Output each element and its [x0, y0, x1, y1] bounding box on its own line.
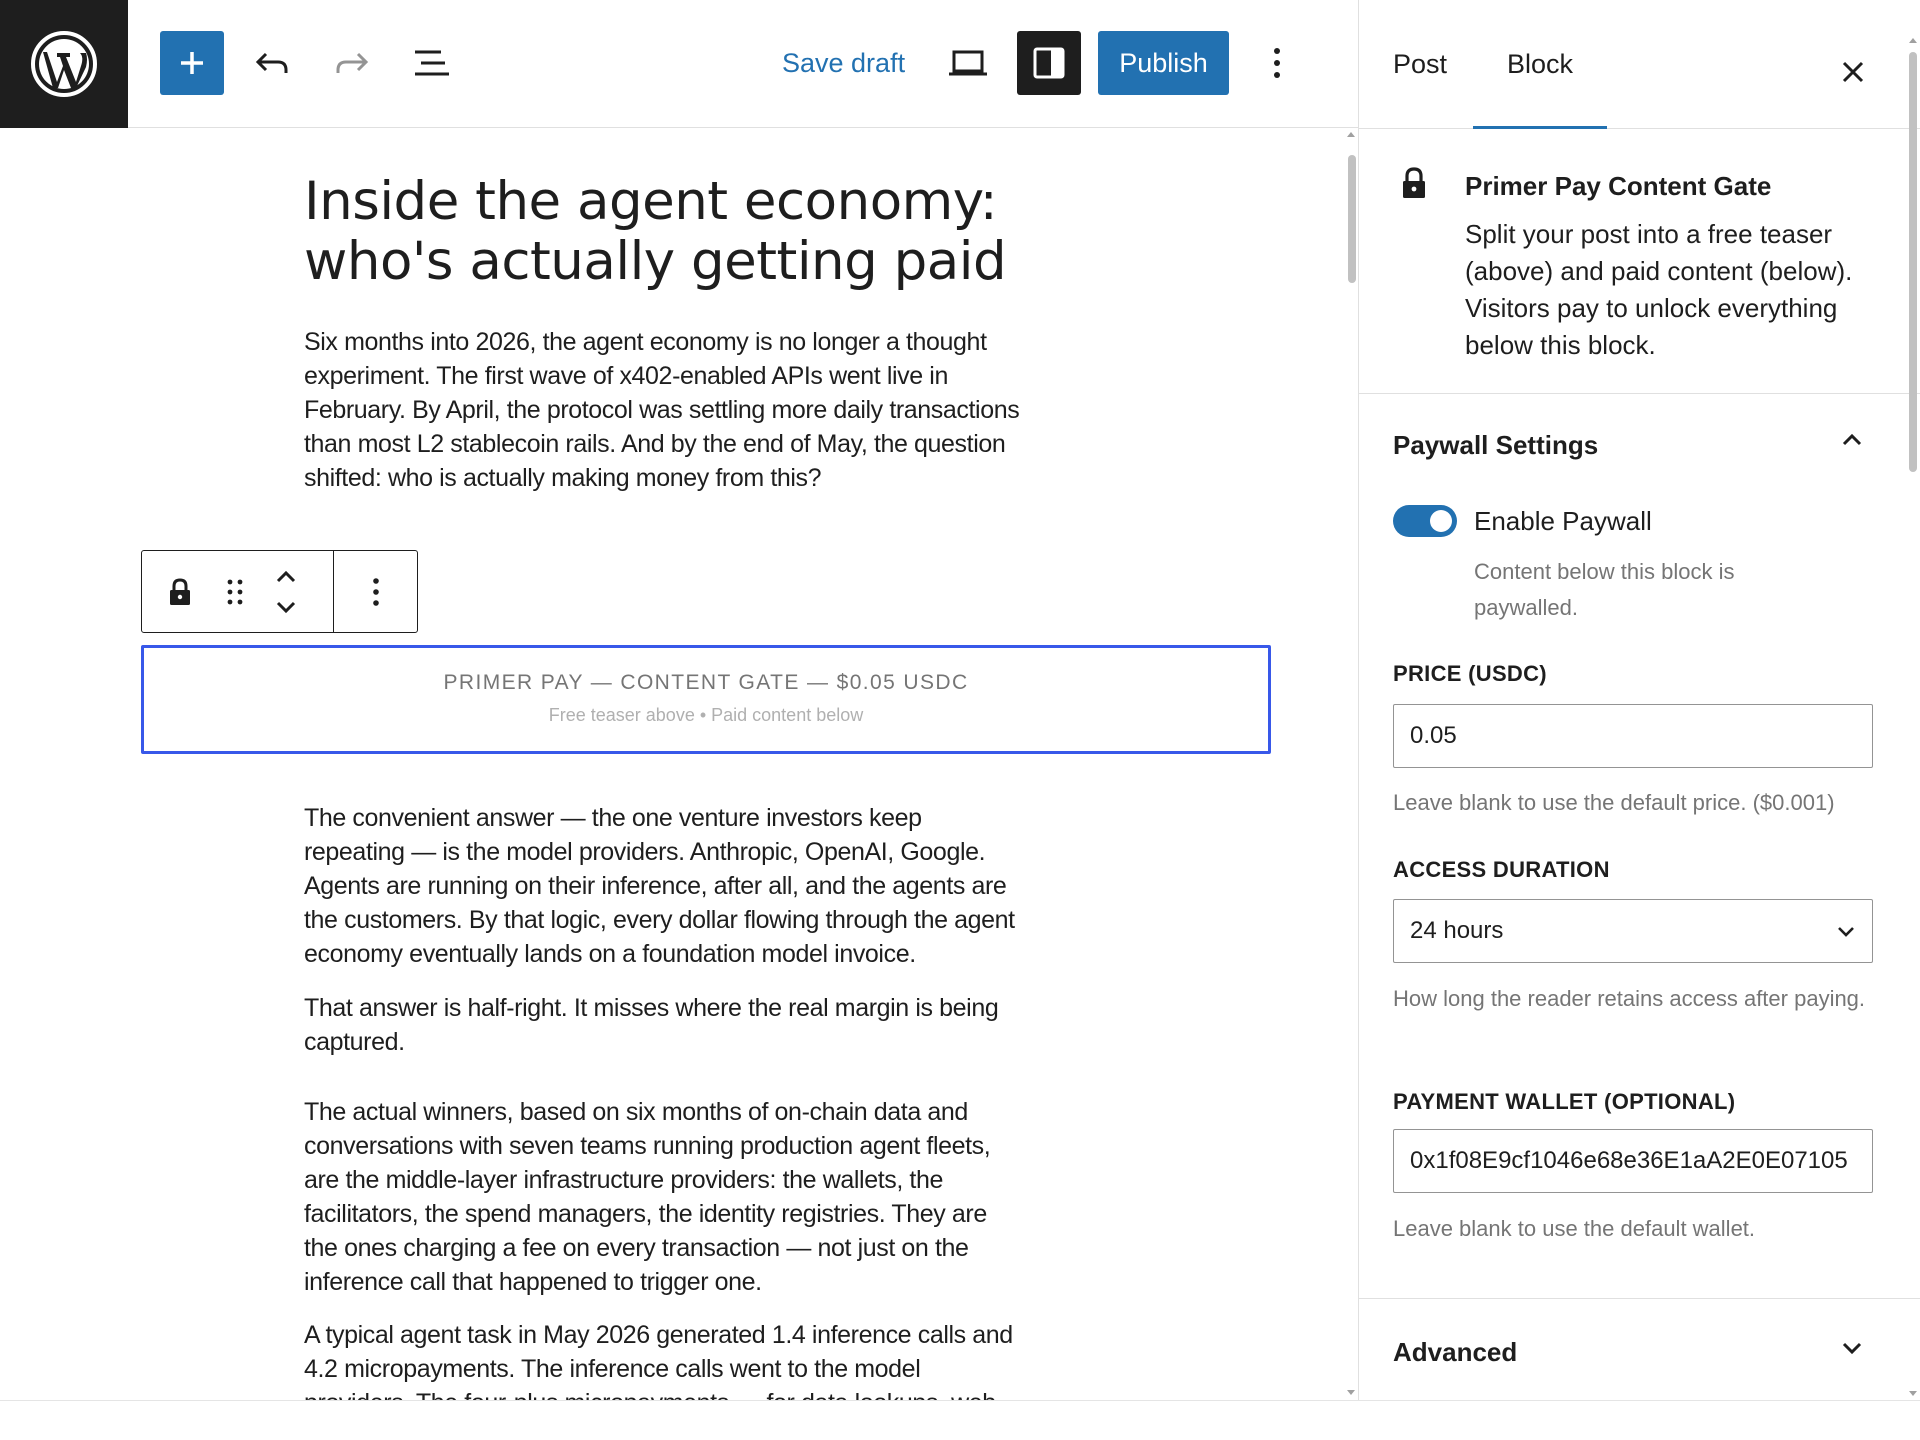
enable-paywall-label[interactable]: Enable Paywall — [1474, 506, 1652, 537]
list-view-icon — [415, 50, 449, 76]
payment-wallet-label: PAYMENT WALLET (OPTIONAL) — [1393, 1089, 1736, 1114]
view-button[interactable] — [936, 31, 1000, 95]
settings-sidebar: Post Block Primer Pay Content Gate Split… — [1358, 0, 1920, 1440]
tab-post[interactable]: Post — [1359, 0, 1481, 129]
payment-wallet-help: Leave blank to use the default wallet. — [1393, 1216, 1756, 1241]
access-duration-help: How long the reader retains access after… — [1393, 986, 1866, 1011]
window-bottom-edge — [0, 1400, 1920, 1440]
move-buttons — [258, 551, 314, 632]
enable-paywall-toggle[interactable] — [1393, 505, 1457, 537]
gate-block-title: PRIMER PAY — CONTENT GATE — $0.05 USDC — [443, 671, 969, 694]
price-input[interactable]: 0.05 — [1393, 704, 1873, 768]
document-overview-button[interactable] — [400, 31, 464, 95]
lock-icon — [1403, 167, 1425, 198]
chevron-up-icon[interactable] — [1839, 427, 1865, 453]
plus-icon — [181, 52, 203, 74]
tab-block[interactable]: Block — [1473, 0, 1608, 129]
post-title-line-2: who's actually getting paid — [304, 231, 1007, 292]
editor-header: Save draft Publish — [0, 0, 1358, 128]
laptop-icon — [949, 50, 987, 76]
payment-wallet-input[interactable]: 0x1f08E9cf1046e68e36E1aA2E0E07105 — [1393, 1129, 1873, 1193]
scroll-down-arrow-icon[interactable] — [1347, 1390, 1355, 1395]
post-title-line-1: Inside the agent economy: — [304, 171, 998, 232]
scroll-down-arrow-icon[interactable] — [1909, 1391, 1917, 1396]
block-card-title: Primer Pay Content Gate — [1465, 171, 1772, 201]
gate-block-subtitle: Free teaser above • Paid content below — [548, 705, 864, 725]
paragraph-block[interactable]: That answer is half-right. It misses whe… — [304, 991, 1020, 1059]
undo-icon — [255, 52, 288, 73]
vertical-ellipsis-icon — [372, 577, 379, 606]
options-button[interactable] — [1245, 31, 1309, 95]
vertical-ellipsis-icon — [1274, 48, 1280, 78]
wordpress-logo-button[interactable] — [0, 0, 128, 128]
drag-handle[interactable] — [212, 551, 258, 632]
access-duration-label: ACCESS DURATION — [1393, 857, 1610, 882]
scroll-up-arrow-icon[interactable] — [1909, 38, 1917, 43]
paragraph-block[interactable]: The convenient answer — the one venture … — [304, 801, 1020, 971]
block-card: Primer Pay Content Gate Split your post … — [1359, 129, 1920, 394]
publish-button[interactable]: Publish — [1098, 31, 1229, 95]
price-label: PRICE (USDC) — [1393, 661, 1547, 686]
block-lock-icon — [1401, 166, 1427, 200]
content-gate-block[interactable]: PRIMER PAY — CONTENT GATE — $0.05 USDC F… — [141, 645, 1271, 754]
drag-handle-icon — [227, 579, 243, 604]
settings-toggle-button[interactable] — [1017, 31, 1081, 95]
post-title[interactable]: Inside the agent economy: who's actually… — [304, 172, 1020, 292]
lock-icon — [170, 577, 190, 605]
editor-scrollbar-thumb[interactable] — [1348, 155, 1356, 283]
paragraph-block[interactable]: A typical agent task in May 2026 generat… — [304, 1318, 1020, 1400]
chevron-down-icon — [1838, 927, 1854, 937]
save-draft-button[interactable]: Save draft — [772, 31, 915, 95]
sidebar-scrollbar-thumb[interactable] — [1909, 52, 1917, 472]
move-down-icon[interactable] — [274, 599, 298, 615]
paywall-settings-panel-toggle[interactable]: Paywall Settings — [1393, 430, 1598, 461]
wordpress-logo-icon — [31, 31, 97, 97]
paragraph-block[interactable]: The actual winners, based on six months … — [304, 1095, 1020, 1299]
price-help: Leave blank to use the default price. ($… — [1393, 790, 1835, 815]
move-up-icon[interactable] — [274, 569, 298, 585]
close-settings-button[interactable] — [1831, 50, 1875, 94]
lock-button[interactable] — [148, 551, 212, 632]
access-duration-value: 24 hours — [1410, 917, 1504, 944]
paragraph-block[interactable]: Six months into 2026, the agent economy … — [304, 325, 1020, 495]
enable-paywall-help: Content below this block is paywalled. — [1474, 559, 1735, 620]
block-toolbar-group — [142, 551, 334, 632]
editor-canvas: Inside the agent economy: who's actually… — [0, 129, 1345, 1400]
panel-divider — [1359, 1298, 1920, 1299]
sidebar-header: Post Block — [1359, 0, 1920, 129]
chevron-down-icon[interactable] — [1839, 1335, 1865, 1361]
block-card-description: Split your post into a free teaser (abov… — [1465, 219, 1853, 360]
editor-scrollbar[interactable] — [1345, 129, 1358, 1400]
close-icon — [1842, 61, 1864, 83]
toggle-knob — [1430, 510, 1452, 532]
scroll-up-arrow-icon[interactable] — [1347, 132, 1355, 137]
block-toolbar — [141, 550, 418, 633]
block-options-button[interactable] — [334, 551, 417, 632]
undo-button[interactable] — [240, 31, 304, 95]
redo-icon — [336, 52, 369, 73]
add-block-button[interactable] — [160, 31, 224, 95]
advanced-panel-toggle[interactable]: Advanced — [1393, 1337, 1517, 1368]
redo-button[interactable] — [320, 31, 384, 95]
access-duration-select[interactable]: 24 hours — [1393, 899, 1873, 963]
sidebar-scrollbar[interactable] — [1907, 36, 1919, 1400]
sidebar-toggle-icon — [1033, 47, 1065, 79]
